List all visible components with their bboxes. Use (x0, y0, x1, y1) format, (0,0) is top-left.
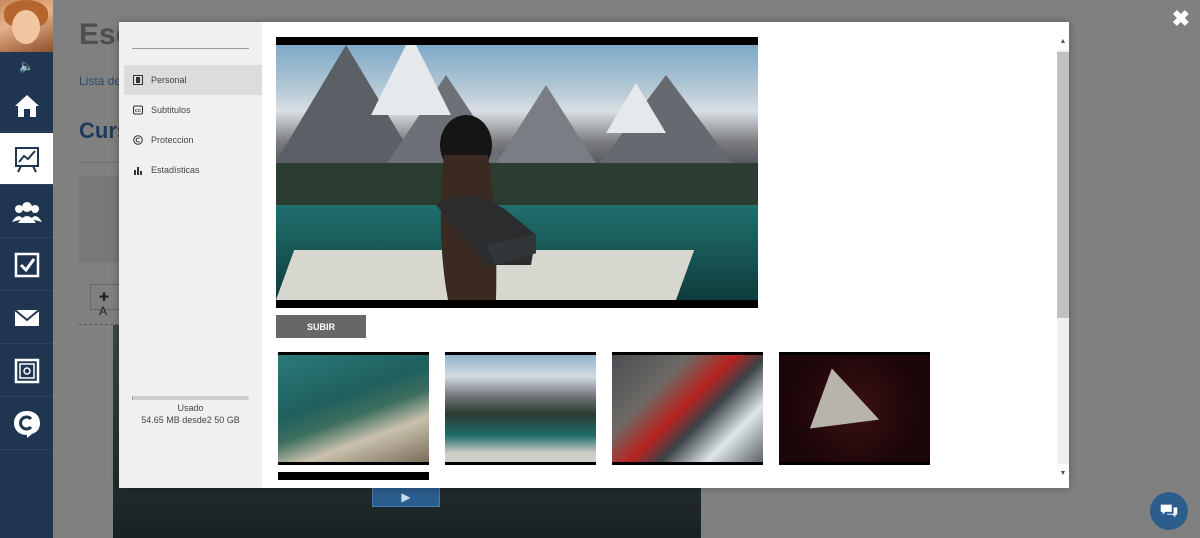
modal-scrollbar[interactable]: ▲ ▼ (1055, 36, 1069, 480)
thumbnail-1[interactable] (278, 352, 429, 465)
play-button[interactable]: ▶ (372, 487, 440, 507)
play-icon: ▶ (401, 490, 411, 504)
thumbnail-image (445, 355, 596, 462)
nav-item-label: Proteccion (151, 135, 194, 145)
nav-item-label: Estadísticas (151, 165, 200, 175)
media-modal: Personal CC Subtitulos Proteccion Estadí… (119, 22, 1069, 488)
scroll-thumb[interactable] (1057, 52, 1069, 318)
thumbnail-3[interactable] (612, 352, 763, 465)
safe-icon (14, 358, 39, 383)
modal-nav: Personal CC Subtitulos Proteccion Estadí… (119, 22, 262, 488)
upload-button[interactable]: SUBIR (276, 315, 366, 338)
thumbnail-5[interactable] (278, 472, 429, 480)
checkbox-icon (14, 252, 39, 277)
thumbnail-2[interactable] (445, 352, 596, 465)
thumbnail-image (278, 355, 429, 462)
chart-icon (14, 146, 39, 172)
nav-divider (132, 48, 249, 49)
scroll-up-arrow-icon[interactable]: ▲ (1057, 36, 1069, 48)
nav-item-label: Personal (151, 75, 187, 85)
thumbnail-image (779, 355, 930, 462)
nav-item-subtitulos[interactable]: CC Subtitulos (124, 95, 262, 125)
users-icon (11, 201, 42, 223)
preview-image (276, 45, 758, 300)
sidebar-mail-button[interactable] (0, 292, 53, 344)
avatar[interactable] (0, 0, 53, 52)
brand-c-icon (13, 410, 40, 438)
home-icon (14, 94, 39, 117)
sidebar-home-button[interactable] (0, 80, 53, 132)
thumbnail-image (612, 355, 763, 462)
film-icon (133, 75, 143, 85)
storage-usage-bar (132, 396, 249, 400)
close-modal-button[interactable]: ✖ (1172, 6, 1190, 32)
copyright-icon (133, 135, 143, 145)
add-button[interactable]: ✚ A (90, 284, 120, 318)
nav-item-label: Subtitulos (151, 105, 191, 115)
sidebar-users-button[interactable] (0, 186, 53, 238)
chat-button[interactable] (1150, 492, 1188, 530)
nav-item-estadisticas[interactable]: Estadísticas (124, 155, 262, 185)
modal-content: SUBIR ▲ ▼ (262, 22, 1069, 488)
app-sidebar: 🔈 (0, 0, 53, 538)
nav-item-proteccion[interactable]: Proteccion (124, 125, 262, 155)
storage-usage-text: 54.65 MB desde2 50 GB (141, 415, 240, 425)
sidebar-reports-button[interactable] (0, 133, 53, 185)
chat-icon (1160, 504, 1178, 518)
cc-icon: CC (133, 105, 143, 115)
mail-icon (13, 308, 40, 326)
sidebar-tasks-button[interactable] (0, 239, 53, 291)
speaker-icon[interactable]: 🔈 (0, 52, 53, 79)
sidebar-safe-button[interactable] (0, 345, 53, 397)
svg-text:CC: CC (135, 108, 142, 113)
thumbnail-4[interactable] (779, 352, 930, 465)
nav-item-personal[interactable]: Personal (124, 65, 262, 95)
storage-usage-label: Usado (177, 403, 204, 413)
video-preview[interactable] (276, 37, 758, 308)
bar-chart-icon (134, 167, 142, 175)
scroll-down-arrow-icon[interactable]: ▼ (1057, 468, 1069, 480)
close-icon: ✖ (1171, 6, 1190, 31)
sidebar-brand-button[interactable] (0, 398, 53, 450)
